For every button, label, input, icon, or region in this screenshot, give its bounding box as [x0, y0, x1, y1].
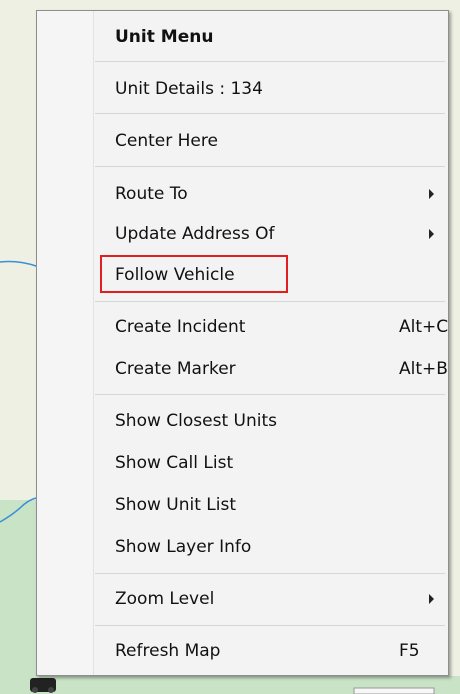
menu-item-zoom-level[interactable]: Zoom Level: [94, 581, 446, 617]
menu-item-label: Show Closest Units: [115, 411, 277, 431]
menu-icon-gutter: [37, 11, 94, 675]
menu-header-label: Unit Menu: [115, 27, 214, 47]
menu-item-label: Show Layer Info: [115, 537, 252, 557]
menu-separator: [95, 394, 445, 395]
menu-item-show-call-list[interactable]: Show Call List: [94, 445, 446, 481]
shortcut-label: Alt+C: [399, 317, 449, 337]
shortcut-label: Alt+B: [399, 359, 448, 379]
chevron-right-icon: [429, 229, 434, 239]
chevron-right-icon: [429, 594, 434, 604]
menu-item-label: Refresh Map: [115, 641, 221, 661]
shortcut-label: F5: [399, 641, 420, 661]
menu-separator: [95, 61, 445, 62]
menu-item-label: Unit Details : 134: [115, 79, 263, 99]
menu-separator: [95, 166, 445, 167]
menu-item-label: Route To: [115, 184, 188, 204]
menu-item-show-closest-units[interactable]: Show Closest Units: [94, 403, 446, 439]
menu-item-label: Center Here: [115, 131, 218, 151]
menu-item-refresh-map[interactable]: Refresh Map F5: [94, 633, 446, 669]
menu-item-show-layer-info[interactable]: Show Layer Info: [94, 529, 446, 565]
menu-item-label: Zoom Level: [115, 589, 215, 609]
menu-item-label: Update Address Of: [115, 224, 275, 244]
menu-item-route-to[interactable]: Route To: [94, 176, 446, 212]
menu-separator: [95, 301, 445, 302]
menu-item-create-incident[interactable]: Create Incident Alt+C: [94, 309, 449, 345]
menu-item-unit-details[interactable]: Unit Details : 134: [94, 71, 446, 107]
menu-item-update-address-of[interactable]: Update Address Of: [94, 216, 446, 252]
menu-header: Unit Menu: [94, 19, 446, 55]
menu-item-show-unit-list[interactable]: Show Unit List: [94, 487, 446, 523]
highlight-box: [100, 255, 288, 293]
menu-separator: [95, 113, 445, 114]
menu-item-create-marker[interactable]: Create Marker Alt+B: [94, 351, 448, 387]
menu-item-center-here[interactable]: Center Here: [94, 123, 446, 159]
menu-item-label: Create Incident: [115, 317, 246, 337]
vehicle-icon[interactable]: [30, 678, 56, 693]
menu-item-label: Show Unit List: [115, 495, 237, 515]
chevron-right-icon: [429, 189, 434, 199]
menu-separator: [95, 625, 445, 626]
unit-context-menu: Unit Menu Unit Details : 134 Center Here…: [36, 10, 449, 676]
menu-item-label: Show Call List: [115, 453, 234, 473]
menu-item-label: Create Marker: [115, 359, 236, 379]
menu-separator: [95, 573, 445, 574]
